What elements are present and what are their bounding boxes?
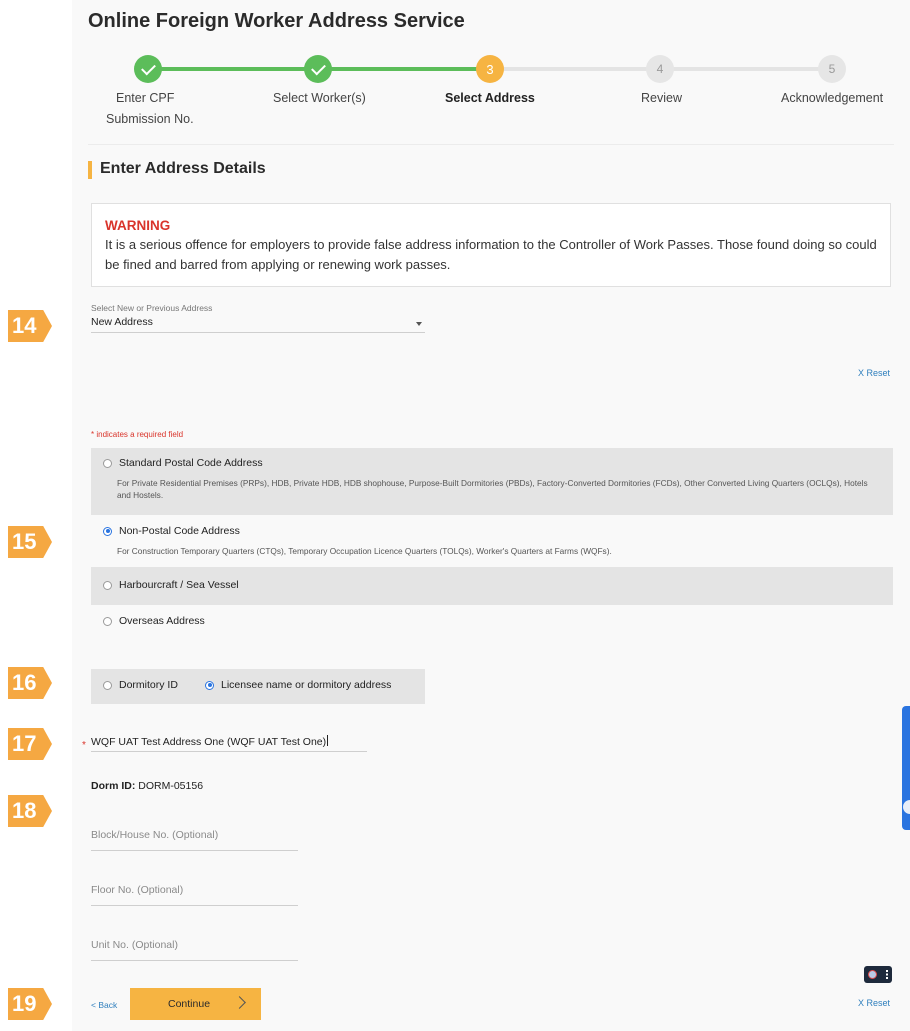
block-house-input[interactable]: Block/House No. (Optional) xyxy=(91,829,298,851)
address-select-label: Select New or Previous Address xyxy=(91,303,213,313)
text-cursor xyxy=(327,735,329,746)
checkmark-icon xyxy=(310,60,326,75)
more-vertical-icon[interactable] xyxy=(885,970,888,979)
step-2-label: Select Worker(s) xyxy=(273,91,366,105)
search-mode-dormitory-id-label: Dormitory ID xyxy=(119,679,178,691)
address-select-value: New Address xyxy=(91,316,153,328)
caret-down-icon xyxy=(416,322,422,326)
step-1-label: Enter CPF Submission No. xyxy=(106,88,194,130)
warning-title: WARNING xyxy=(105,218,171,233)
page-background xyxy=(72,0,910,1031)
annotation-badge-15: 15 xyxy=(8,526,52,558)
search-mode-licensee[interactable]: Licensee name or dormitory address xyxy=(205,679,391,691)
required-star: * xyxy=(82,740,86,751)
page-title: Online Foreign Worker Address Service xyxy=(88,10,465,32)
address-type-harbourcraft[interactable]: Harbourcraft / Sea Vessel xyxy=(103,579,239,591)
search-mode-licensee-label: Licensee name or dormitory address xyxy=(221,679,392,691)
dormitory-search-input[interactable]: WQF UAT Test Address One (WQF UAT Test O… xyxy=(91,735,367,752)
step-3-label: Select Address xyxy=(445,91,535,105)
assistant-avatar-icon xyxy=(868,970,878,979)
side-tab-handle-icon xyxy=(903,800,910,814)
step-4-indicator: 4 xyxy=(646,55,674,83)
divider xyxy=(88,144,894,145)
dorm-id-readout: Dorm ID: DORM-05156 xyxy=(91,780,203,792)
radio-selected-icon[interactable] xyxy=(103,526,112,536)
address-type-overseas[interactable]: Overseas Address xyxy=(103,615,205,627)
annotation-badge-18: 18 xyxy=(8,795,52,827)
radio-icon[interactable] xyxy=(103,680,112,690)
step-3-indicator: 3 xyxy=(476,55,504,83)
reset-link[interactable]: X Reset xyxy=(858,368,890,378)
section-accent-bar xyxy=(88,161,92,179)
address-type-standard[interactable]: Standard Postal Code Address xyxy=(103,457,263,469)
checkmark-icon xyxy=(140,60,156,75)
floating-assistant-widget[interactable] xyxy=(864,966,892,983)
continue-button-label: Continue xyxy=(168,998,211,1010)
annotation-badge-14: 14 xyxy=(8,310,52,342)
dorm-id-label: Dorm ID: xyxy=(91,780,136,792)
address-type-non-postal-description: For Construction Temporary Quarters (CTQ… xyxy=(117,546,612,556)
footer-reset-link[interactable]: X Reset xyxy=(858,998,890,1008)
step-5-label: Acknowledgement xyxy=(781,91,884,105)
step-4-label: Review xyxy=(641,91,682,105)
annotation-badge-19: 19 xyxy=(8,988,52,1020)
step-1-label-line2: Submission No. xyxy=(106,112,194,126)
address-type-non-postal-label: Non-Postal Code Address xyxy=(119,525,240,537)
annotation-badge-17: 17 xyxy=(8,728,52,760)
address-type-standard-description: For Private Residential Premises (PRPs),… xyxy=(117,478,868,500)
radio-selected-icon[interactable] xyxy=(205,680,214,690)
step-1-label-line1: Enter CPF xyxy=(116,91,175,105)
chevron-right-icon xyxy=(233,996,246,1009)
warning-text: It is a serious offence for employers to… xyxy=(105,237,877,272)
annotation-badge-16: 16 xyxy=(8,667,52,699)
step-1-indicator xyxy=(134,55,162,83)
address-type-standard-label: Standard Postal Code Address xyxy=(119,457,263,469)
required-field-note: * indicates a required field xyxy=(91,430,183,439)
address-type-harbourcraft-label: Harbourcraft / Sea Vessel xyxy=(119,579,239,591)
section-title: Enter Address Details xyxy=(100,160,266,177)
dormitory-search-value: WQF UAT Test Address One (WQF UAT Test O… xyxy=(91,736,327,748)
address-type-non-postal[interactable]: Non-Postal Code Address xyxy=(103,525,240,537)
floor-input[interactable]: Floor No. (Optional) xyxy=(91,884,298,906)
radio-icon[interactable] xyxy=(103,580,112,590)
address-select-dropdown[interactable]: New Address xyxy=(91,316,425,333)
search-mode-dormitory-id[interactable]: Dormitory ID xyxy=(103,679,178,691)
continue-button[interactable]: Continue xyxy=(130,988,261,1020)
back-link[interactable]: < Back xyxy=(91,1000,117,1010)
required-note-text: indicates a required field xyxy=(94,430,184,439)
unit-input[interactable]: Unit No. (Optional) xyxy=(91,939,298,961)
radio-icon[interactable] xyxy=(103,616,112,626)
step-5-indicator: 5 xyxy=(818,55,846,83)
radio-icon[interactable] xyxy=(103,458,112,468)
step-2-indicator xyxy=(304,55,332,83)
dorm-id-value: DORM-05156 xyxy=(135,780,204,792)
address-type-overseas-label: Overseas Address xyxy=(119,615,205,627)
